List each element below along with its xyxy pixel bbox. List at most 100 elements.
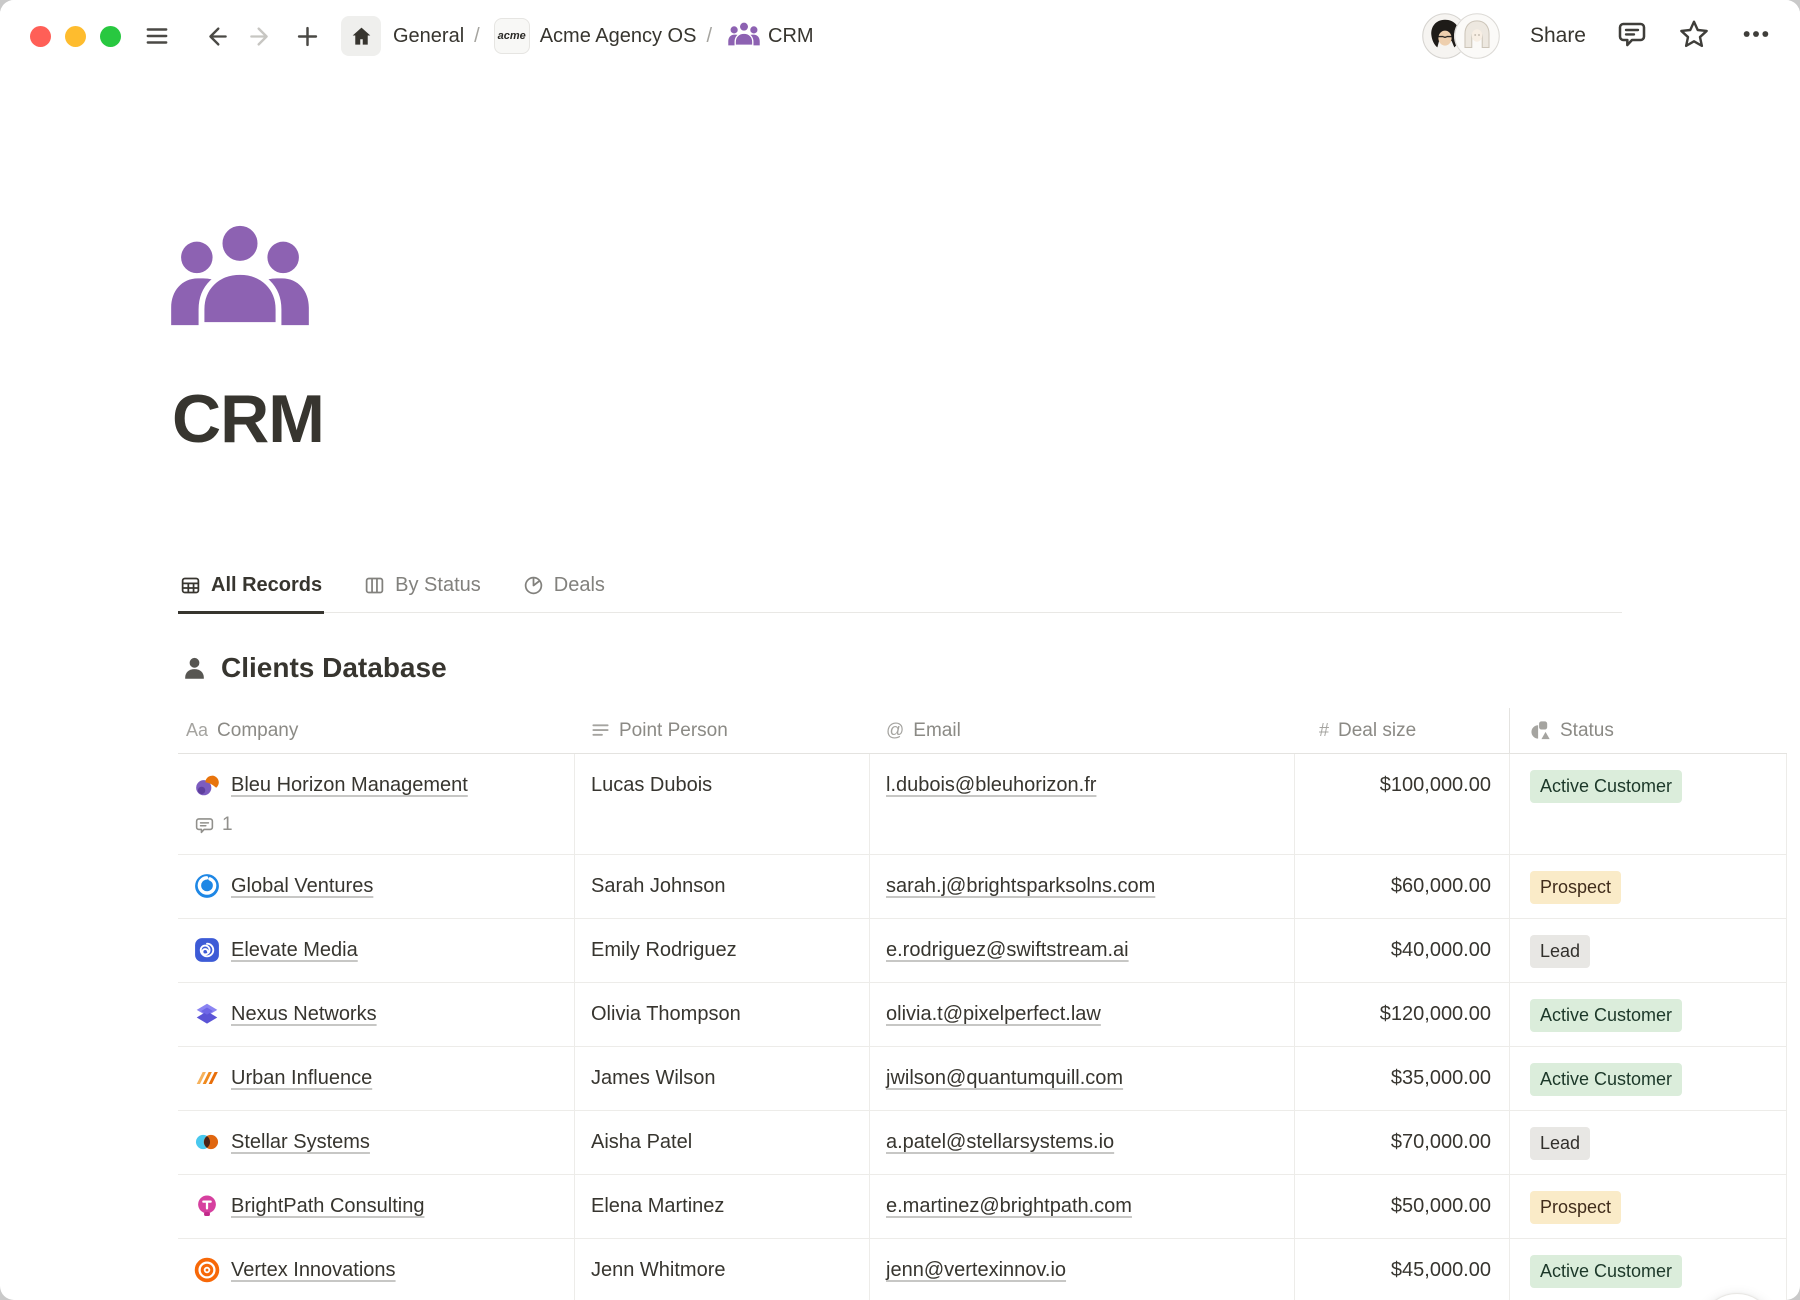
company-link[interactable]: Urban Influence [231, 1063, 372, 1093]
table-row: Urban Influence James Wilson jwilson@qua… [178, 1047, 1787, 1111]
company-cell[interactable]: Elevate Media [178, 919, 575, 982]
company-link[interactable]: Elevate Media [231, 935, 358, 965]
company-link[interactable]: Vertex Innovations [231, 1255, 396, 1285]
more-options-icon[interactable] [1740, 18, 1772, 55]
column-header-status[interactable]: Status [1510, 708, 1787, 753]
point-person-cell[interactable]: Lucas Dubois [575, 754, 870, 854]
company-link[interactable]: Nexus Networks [231, 999, 377, 1029]
email-link[interactable]: l.dubois@bleuhorizon.fr [886, 774, 1096, 796]
home-icon[interactable] [341, 16, 381, 56]
email-link[interactable]: e.rodriguez@swiftstream.ai [886, 939, 1129, 961]
company-link[interactable]: Bleu Horizon Management [231, 770, 468, 800]
email-cell[interactable]: a.patel@stellarsystems.io [870, 1111, 1295, 1174]
deal-size-cell[interactable]: $40,000.00 [1295, 919, 1510, 982]
table-row: Elevate Media Emily Rodriguez e.rodrigue… [178, 919, 1787, 983]
status-badge: Prospect [1530, 1191, 1621, 1224]
status-badge: Active Customer [1530, 770, 1682, 803]
crm-page-icon[interactable] [170, 220, 310, 336]
board-icon [364, 575, 385, 596]
status-cell[interactable]: Active Customer [1510, 1047, 1787, 1110]
sidebar-menu-icon[interactable] [137, 16, 177, 56]
email-cell[interactable]: jwilson@quantumquill.com [870, 1047, 1295, 1110]
email-cell[interactable]: sarah.j@brightsparksolns.com [870, 855, 1295, 918]
email-link[interactable]: jenn@vertexinnov.io [886, 1259, 1066, 1281]
deal-size-cell[interactable]: $60,000.00 [1295, 855, 1510, 918]
email-link[interactable]: jwilson@quantumquill.com [886, 1067, 1123, 1089]
clients-table: Aa Company Point Person @ Email # Deal s… [178, 708, 1787, 1300]
status-cell[interactable]: Lead [1510, 919, 1787, 982]
status-cell[interactable]: Active Customer [1510, 1239, 1787, 1300]
point-person-cell[interactable]: Olivia Thompson [575, 983, 870, 1046]
breadcrumb-page[interactable]: CRM [768, 25, 814, 48]
table-row: Nexus Networks Olivia Thompson olivia.t@… [178, 983, 1787, 1047]
email-cell[interactable]: e.martinez@brightpath.com [870, 1175, 1295, 1238]
zoom-window-button[interactable] [100, 26, 121, 47]
point-person-cell[interactable]: James Wilson [575, 1047, 870, 1110]
share-button[interactable]: Share [1530, 24, 1586, 48]
deal-size-cell[interactable]: $70,000.00 [1295, 1111, 1510, 1174]
column-header-company[interactable]: Aa Company [178, 708, 575, 753]
company-cell[interactable]: Nexus Networks [178, 983, 575, 1046]
point-person-cell[interactable]: Elena Martinez [575, 1175, 870, 1238]
company-cell[interactable]: BrightPath Consulting [178, 1175, 575, 1238]
favorite-star-icon[interactable] [1678, 18, 1710, 55]
deal-size-cell[interactable]: $45,000.00 [1295, 1239, 1510, 1300]
pie-chart-icon [523, 575, 544, 596]
workspace-logo-icon[interactable]: acme [494, 18, 530, 54]
comment-count[interactable]: 1 [194, 810, 562, 840]
status-cell[interactable]: Prospect [1510, 855, 1787, 918]
status-cell[interactable]: Active Customer [1510, 983, 1787, 1046]
close-window-button[interactable] [30, 26, 51, 47]
breadcrumb-separator: / [464, 25, 490, 48]
deal-size-cell[interactable]: $35,000.00 [1295, 1047, 1510, 1110]
company-cell[interactable]: Bleu Horizon Management 1 [178, 754, 575, 854]
status-cell[interactable]: Active Customer [1510, 754, 1787, 854]
table-icon [180, 575, 201, 596]
minimize-window-button[interactable] [65, 26, 86, 47]
new-tab-plus-icon[interactable] [287, 16, 327, 56]
table-row: Vertex Innovations Jenn Whitmore jenn@ve… [178, 1239, 1787, 1300]
email-link[interactable]: sarah.j@brightsparksolns.com [886, 875, 1155, 897]
comments-icon[interactable] [1616, 18, 1648, 55]
company-cell[interactable]: Urban Influence [178, 1047, 575, 1110]
database-title[interactable]: Clients Database [221, 652, 447, 684]
tab-deals[interactable]: Deals [521, 568, 607, 614]
email-cell[interactable]: l.dubois@bleuhorizon.fr [870, 754, 1295, 854]
point-person-cell[interactable]: Emily Rodriguez [575, 919, 870, 982]
forward-arrow-icon[interactable] [241, 16, 281, 56]
email-cell[interactable]: jenn@vertexinnov.io [870, 1239, 1295, 1300]
column-header-point-person[interactable]: Point Person [575, 708, 870, 753]
deal-size-cell[interactable]: $120,000.00 [1295, 983, 1510, 1046]
table-row: Global Ventures Sarah Johnson sarah.j@br… [178, 855, 1787, 919]
table-row: Bleu Horizon Management 1 Lucas Dubois l… [178, 754, 1787, 855]
back-arrow-icon[interactable] [195, 16, 235, 56]
deal-size-cell[interactable]: $50,000.00 [1295, 1175, 1510, 1238]
page-title[interactable]: CRM [172, 380, 324, 458]
tab-by-status[interactable]: By Status [362, 568, 483, 614]
point-person-cell[interactable]: Sarah Johnson [575, 855, 870, 918]
company-cell[interactable]: Stellar Systems [178, 1111, 575, 1174]
company-logo-icon [194, 1129, 220, 1155]
comment-icon [194, 815, 215, 836]
column-header-email[interactable]: @ Email [870, 708, 1295, 753]
point-person-cell[interactable]: Aisha Patel [575, 1111, 870, 1174]
email-link[interactable]: a.patel@stellarsystems.io [886, 1131, 1114, 1153]
collaborator-avatars[interactable] [1422, 13, 1500, 59]
company-cell[interactable]: Global Ventures [178, 855, 575, 918]
breadcrumb-workspace[interactable]: Acme Agency OS [540, 25, 697, 48]
column-header-deal-size[interactable]: # Deal size [1295, 708, 1510, 753]
company-link[interactable]: BrightPath Consulting [231, 1191, 424, 1221]
breadcrumb-root[interactable]: General [393, 25, 464, 48]
status-cell[interactable]: Prospect [1510, 1175, 1787, 1238]
email-cell[interactable]: e.rodriguez@swiftstream.ai [870, 919, 1295, 982]
company-link[interactable]: Stellar Systems [231, 1127, 370, 1157]
point-person-cell[interactable]: Jenn Whitmore [575, 1239, 870, 1300]
company-link[interactable]: Global Ventures [231, 871, 373, 901]
email-link[interactable]: olivia.t@pixelperfect.law [886, 1003, 1101, 1025]
tab-all-records[interactable]: All Records [178, 568, 324, 614]
company-cell[interactable]: Vertex Innovations [178, 1239, 575, 1300]
email-link[interactable]: e.martinez@brightpath.com [886, 1195, 1132, 1217]
deal-size-cell[interactable]: $100,000.00 [1295, 754, 1510, 854]
status-cell[interactable]: Lead [1510, 1111, 1787, 1174]
email-cell[interactable]: olivia.t@pixelperfect.law [870, 983, 1295, 1046]
